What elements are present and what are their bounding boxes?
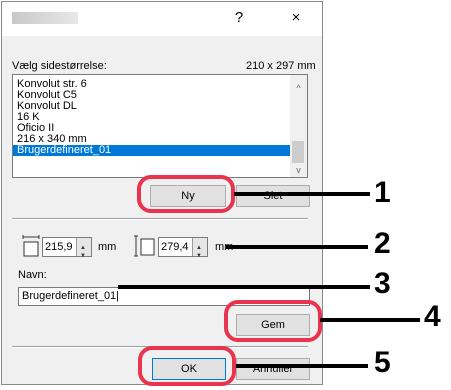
stepper-down-icon[interactable]: ▼ [196, 247, 202, 265]
width-value: 215,9 [45, 241, 73, 253]
cancel-button[interactable]: Annuller [236, 358, 310, 380]
title-bar: ? × [2, 2, 322, 36]
height-stepper[interactable]: ▲ ▼ [192, 238, 207, 259]
list-item[interactable]: Konvolut DL [13, 101, 307, 112]
width-unit: mm [98, 241, 117, 253]
callout-highlight-save [224, 300, 322, 342]
name-label: Navn: [18, 269, 47, 281]
help-button[interactable]: ? [228, 9, 250, 26]
scroll-thumb[interactable] [292, 141, 304, 163]
list-item[interactable]: 16 K [13, 112, 307, 123]
callout-number-4: 4 [424, 300, 441, 333]
blurred-title [12, 12, 78, 24]
stepper-down-icon[interactable]: ▼ [80, 247, 86, 265]
width-icon [22, 235, 40, 257]
divider [12, 218, 308, 220]
scroll-up-icon[interactable]: ^ [290, 83, 307, 93]
callout-highlight-ok [138, 346, 236, 386]
callout-number-5: 5 [374, 346, 391, 379]
height-icon [134, 235, 155, 257]
height-input[interactable]: 279,4 ▲ ▼ [158, 237, 208, 259]
paper-dimensions: 210 x 297 mm [246, 60, 316, 72]
callout-line-3 [118, 285, 370, 289]
scroll-down-icon[interactable]: v [290, 165, 307, 175]
list-item-selected[interactable]: Brugerdefineret_01 [13, 145, 307, 156]
delete-button[interactable]: Slet [236, 185, 310, 207]
callout-number-2: 2 [374, 227, 391, 260]
paper-size-list[interactable]: Konvolut str. 6 Konvolut C5 Konvolut DL … [12, 74, 308, 178]
callout-number-1: 1 [374, 176, 391, 209]
callout-line-1 [234, 192, 370, 196]
paper-size-label: Vælg sidestørrelse: [12, 60, 107, 72]
list-scrollbar[interactable]: ^ v [290, 75, 307, 177]
height-value: 279,4 [161, 241, 189, 253]
callout-line-2 [226, 245, 368, 249]
callout-highlight-new [137, 175, 235, 213]
width-input[interactable]: 215,9 ▲ ▼ [42, 237, 92, 259]
callout-line-4 [320, 318, 420, 322]
callout-number-3: 3 [374, 267, 391, 300]
callout-line-5 [236, 364, 368, 368]
width-stepper[interactable]: ▲ ▼ [76, 238, 91, 259]
close-button[interactable]: × [285, 9, 307, 26]
